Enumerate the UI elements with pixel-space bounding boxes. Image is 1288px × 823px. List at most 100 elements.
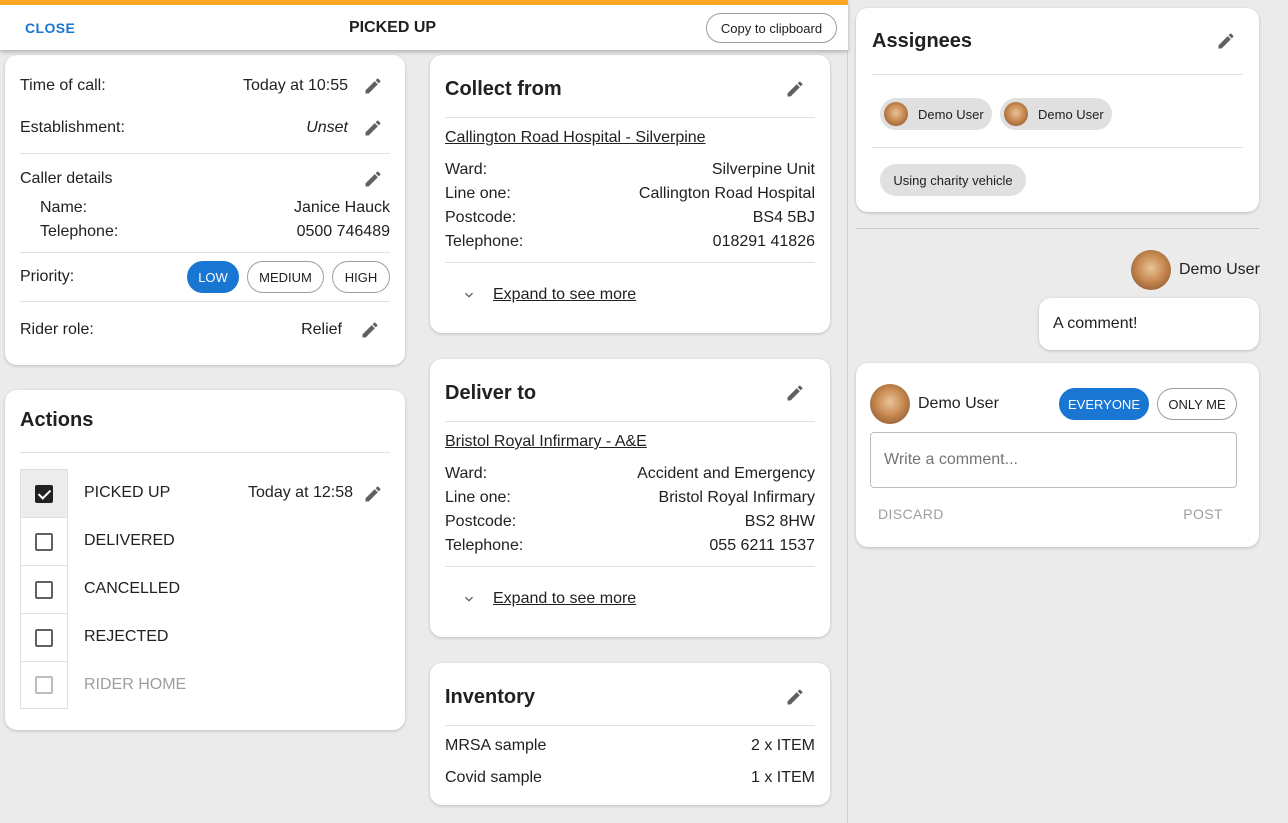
discard-button[interactable]: DISCARD — [878, 506, 944, 522]
action-label-delivered: DELIVERED — [84, 532, 175, 549]
caller-name-value: Janice Hauck — [293, 199, 390, 216]
assignees-card: Assignees Demo User Demo User Using char… — [856, 8, 1259, 212]
assignee-chip[interactable]: Demo User — [880, 98, 992, 130]
comment-author: Demo User — [1179, 261, 1260, 278]
cancelled-checkbox[interactable] — [35, 580, 53, 599]
actions-title: Actions — [20, 409, 94, 431]
picked-up-checkbox[interactable] — [35, 484, 53, 503]
priority-high-button[interactable]: HIGH — [332, 261, 390, 293]
rejected-checkbox[interactable] — [35, 628, 53, 647]
deliver-line-one-label: Line one: — [445, 489, 511, 506]
divider — [445, 421, 815, 422]
edit-inventory-icon[interactable] — [785, 687, 805, 707]
deliver-ward-value: Accident and Emergency — [637, 465, 815, 482]
chevron-down-icon — [461, 591, 477, 607]
assignee-chip[interactable]: Demo User — [1000, 98, 1112, 130]
column-divider — [847, 0, 848, 823]
collect-ward-value: Silverpine Unit — [711, 161, 815, 178]
deliver-expand-label[interactable]: Expand to see more — [493, 590, 636, 608]
collect-from-card: Collect from Callington Road Hospital - … — [430, 55, 830, 333]
delivered-checkbox-cell[interactable] — [20, 517, 68, 565]
section-divider — [856, 228, 1259, 229]
collect-ward-label: Ward: — [445, 161, 488, 178]
deliver-to-card: Deliver to Bristol Royal Infirmary - A&E… — [430, 359, 830, 637]
deliver-postcode-value: BS2 8HW — [744, 513, 815, 530]
inventory-item-qty: 2 x ITEM — [750, 737, 815, 754]
collect-line-one-value: Callington Road Hospital — [638, 185, 815, 202]
collect-location-link[interactable]: Callington Road Hospital - Silverpine — [445, 129, 706, 147]
edit-rider-role-icon[interactable] — [360, 320, 380, 340]
picked-up-time: Today at 12:58 — [248, 484, 353, 501]
edit-assignees-icon[interactable] — [1216, 31, 1236, 51]
divider — [20, 301, 390, 302]
deliver-telephone-label: Telephone: — [445, 537, 524, 554]
post-button[interactable]: POST — [1183, 506, 1223, 522]
dialog-header: CLOSE PICKED UP Copy to clipboard — [0, 0, 848, 50]
priority-medium-button[interactable]: MEDIUM — [247, 261, 324, 293]
deliver-ward-label: Ward: — [445, 465, 488, 482]
time-of-call-label: Time of call: — [20, 77, 106, 94]
picked-up-checkbox-cell[interactable] — [20, 469, 68, 517]
charity-vehicle-label: Using charity vehicle — [893, 172, 1013, 188]
action-row-rejected: REJECTED — [20, 613, 395, 661]
inventory-item-qty: 1 x ITEM — [750, 769, 815, 786]
composer-author: Demo User — [918, 395, 999, 412]
edit-time-of-call-icon[interactable] — [363, 76, 383, 96]
action-label-rider-home: RIDER HOME — [84, 676, 187, 693]
avatar — [884, 102, 908, 126]
caller-name-label: Name: — [40, 199, 88, 216]
actions-card: Actions PICKED UP Today at 12:58 DELIVER… — [5, 390, 405, 730]
action-label-rejected: REJECTED — [84, 628, 169, 645]
priority-label: Priority: — [20, 268, 75, 285]
divider — [872, 74, 1243, 75]
assignee-name: Demo User — [918, 106, 984, 122]
visibility-only-me-button[interactable]: ONLY ME — [1157, 388, 1237, 420]
rider-role-value: Relief — [301, 321, 342, 338]
edit-deliver-to-icon[interactable] — [785, 383, 805, 403]
chevron-down-icon — [461, 287, 477, 303]
edit-collect-from-icon[interactable] — [785, 79, 805, 99]
comment-input[interactable] — [870, 432, 1237, 488]
visibility-everyone-button[interactable]: EVERYONE — [1059, 388, 1149, 420]
divider — [20, 252, 390, 253]
action-label-picked-up: PICKED UP — [84, 484, 171, 501]
deliver-postcode-label: Postcode: — [445, 513, 517, 530]
rider-home-checkbox-cell — [20, 661, 68, 709]
divider — [445, 725, 815, 726]
deliver-line-one-value: Bristol Royal Infirmary — [658, 489, 815, 506]
copy-to-clipboard-button[interactable]: Copy to clipboard — [706, 13, 837, 43]
deliver-expand-toggle[interactable]: Expand to see more — [461, 590, 636, 608]
caller-details-label: Caller details — [20, 170, 113, 187]
collect-from-title: Collect from — [445, 78, 562, 100]
charity-vehicle-chip[interactable]: Using charity vehicle — [880, 164, 1026, 196]
edit-picked-up-time-icon[interactable] — [363, 484, 383, 504]
action-row-rider-home: RIDER HOME — [20, 661, 395, 709]
collect-expand-toggle[interactable]: Expand to see more — [461, 286, 636, 304]
time-of-call-value: Today at 10:55 — [243, 77, 348, 94]
delivered-checkbox[interactable] — [35, 532, 53, 551]
collect-postcode-value: BS4 5BJ — [752, 209, 815, 226]
rejected-checkbox-cell[interactable] — [20, 613, 68, 661]
establishment-value: Unset — [306, 119, 348, 136]
divider — [872, 147, 1243, 148]
collect-telephone-value: 018291 41826 — [712, 233, 815, 250]
caller-telephone-value: 0500 746489 — [296, 223, 390, 240]
establishment-label: Establishment: — [20, 119, 125, 136]
divider — [20, 452, 390, 453]
priority-low-button[interactable]: LOW — [187, 261, 239, 293]
edit-establishment-icon[interactable] — [363, 118, 383, 138]
task-details-card: Time of call: Today at 10:55 Establishme… — [5, 55, 405, 365]
deliver-location-link[interactable]: Bristol Royal Infirmary - A&E — [445, 433, 647, 451]
assignee-name: Demo User — [1038, 106, 1104, 122]
comment-bubble: A comment! — [1039, 298, 1259, 350]
rider-role-label: Rider role: — [20, 321, 94, 338]
edit-caller-details-icon[interactable] — [363, 169, 383, 189]
collect-expand-label[interactable]: Expand to see more — [493, 286, 636, 304]
cancelled-checkbox-cell[interactable] — [20, 565, 68, 613]
divider — [445, 117, 815, 118]
divider — [445, 262, 815, 263]
avatar — [1004, 102, 1028, 126]
caller-telephone-label: Telephone: — [40, 223, 119, 240]
action-row-picked-up: PICKED UP Today at 12:58 — [20, 469, 395, 517]
page-title: PICKED UP — [348, 19, 437, 36]
